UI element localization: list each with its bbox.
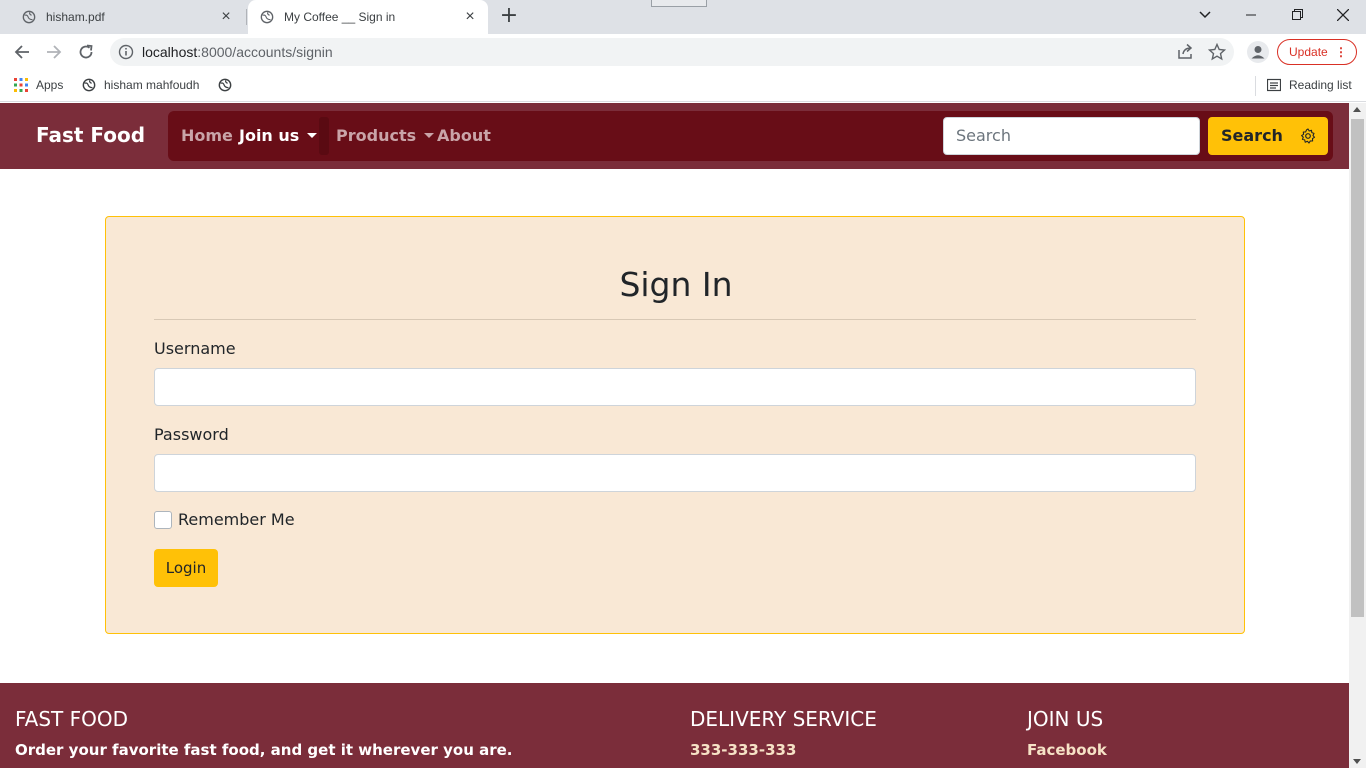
page-scrollbar[interactable] (1349, 103, 1366, 768)
nav-link-products[interactable]: Products (336, 126, 435, 145)
globe-icon (260, 10, 274, 24)
chevron-down-icon (307, 133, 318, 138)
nav-link-join-us[interactable]: Join us (239, 126, 318, 145)
new-tab-button[interactable]: + (498, 5, 520, 28)
chevron-down-icon (424, 133, 435, 138)
scroll-down-arrow-icon[interactable] (1353, 759, 1361, 764)
back-button[interactable] (10, 40, 34, 64)
search-input[interactable]: Search (943, 117, 1200, 155)
tab-title: My Coffee __ Sign in (284, 10, 396, 24)
minimize-button[interactable] (1228, 0, 1274, 30)
reading-list-button[interactable]: Reading list (1267, 77, 1352, 93)
address-bar-row: localhost:8000/accounts/signin Update ⋮ (0, 34, 1366, 70)
share-icon[interactable] (1176, 43, 1194, 61)
footer-heading-join-us: JOIN US (1027, 707, 1104, 731)
remember-me-label[interactable]: Remember Me (178, 510, 295, 529)
bookmarks-separator (1255, 76, 1256, 96)
footer-phone-link[interactable]: 333-333-333 (690, 741, 796, 759)
bookmark-label: Apps (36, 78, 64, 92)
close-tab-icon[interactable]: × (462, 9, 478, 25)
reading-list-label: Reading list (1289, 78, 1352, 92)
nav-link-about[interactable]: About (437, 126, 491, 145)
close-window-button[interactable] (1320, 0, 1366, 30)
browser-tab-2[interactable]: My Coffee __ Sign in × (248, 0, 488, 34)
scrollbar-thumb[interactable] (1351, 119, 1364, 617)
scroll-up-arrow-icon[interactable] (1353, 107, 1361, 112)
username-label: Username (154, 339, 236, 358)
footer-tagline: Order your favorite fast food, and get i… (15, 741, 513, 759)
tab-search-icon[interactable] (1182, 0, 1228, 30)
url-host: localhost (142, 44, 198, 60)
site-footer: FAST FOOD Order your favorite fast food,… (0, 683, 1349, 768)
update-label: Update (1289, 45, 1328, 59)
remember-me-checkbox[interactable] (154, 511, 172, 529)
tab-separator (246, 9, 247, 25)
more-menu-icon: ⋮ (1335, 45, 1347, 59)
signin-card: Sign In Username Password Remember Me Lo… (105, 216, 1245, 634)
gear-icon (1301, 128, 1316, 144)
bookmarks-bar: Apps hisham mahfoudh Reading list (0, 70, 1366, 102)
title-divider (154, 319, 1196, 320)
bookmark-label: hisham mahfoudh (104, 78, 200, 92)
forward-button[interactable] (42, 40, 66, 64)
tab-title: hisham.pdf (46, 10, 105, 24)
browser-tab-strip: hisham.pdf × My Coffee __ Sign in × + (0, 0, 1366, 34)
nav-divider (319, 117, 329, 155)
site-info-icon[interactable] (118, 44, 134, 60)
bookmark-hisham[interactable]: hisham mahfoudh (82, 77, 199, 93)
nav-link-label: Join us (239, 126, 300, 145)
bookmark-star-icon[interactable] (1208, 43, 1226, 61)
restore-button[interactable] (1274, 0, 1320, 30)
apps-grid-icon (14, 78, 28, 92)
search-placeholder: Search (956, 126, 1011, 145)
password-label: Password (154, 425, 229, 444)
browser-tab-1[interactable]: hisham.pdf × (12, 0, 244, 34)
url-text: localhost:8000/accounts/signin (142, 44, 333, 60)
username-input[interactable] (154, 368, 1196, 406)
globe-icon (82, 78, 96, 92)
footer-facebook-link[interactable]: Facebook (1027, 741, 1107, 759)
url-bar[interactable]: localhost:8000/accounts/signin (110, 38, 1234, 66)
nav-link-label: Home (181, 126, 233, 145)
page-content: Fast Food Home Join us Products About Se… (0, 103, 1349, 768)
site-navbar: Fast Food Home Join us Products About Se… (0, 103, 1349, 169)
nav-link-home[interactable]: Home (181, 126, 233, 145)
footer-heading-delivery: DELIVERY SERVICE (690, 707, 877, 731)
login-button[interactable]: Login (154, 549, 218, 587)
nav-menu: Home Join us Products About Search Searc… (168, 111, 1333, 161)
profile-avatar-icon[interactable] (1247, 41, 1269, 63)
globe-icon (218, 78, 232, 92)
nav-link-label: Products (336, 126, 417, 145)
bookmark-globe[interactable] (218, 77, 240, 93)
search-button-label: Search (1221, 126, 1283, 145)
globe-icon (22, 10, 36, 24)
brand-link[interactable]: Fast Food (36, 123, 145, 147)
footer-heading-fast-food: FAST FOOD (15, 707, 129, 731)
window-drag-handle[interactable] (651, 0, 707, 7)
password-input[interactable] (154, 454, 1196, 492)
page-title: Sign In (619, 265, 733, 304)
nav-link-label: About (437, 126, 491, 145)
update-button[interactable]: Update ⋮ (1277, 39, 1357, 65)
url-path: :8000/accounts/signin (197, 44, 333, 60)
reading-list-icon (1267, 78, 1281, 92)
reload-button[interactable] (74, 40, 98, 64)
bookmark-apps[interactable]: Apps (14, 77, 63, 93)
close-tab-icon[interactable]: × (218, 9, 234, 25)
search-button[interactable]: Search (1208, 117, 1328, 155)
